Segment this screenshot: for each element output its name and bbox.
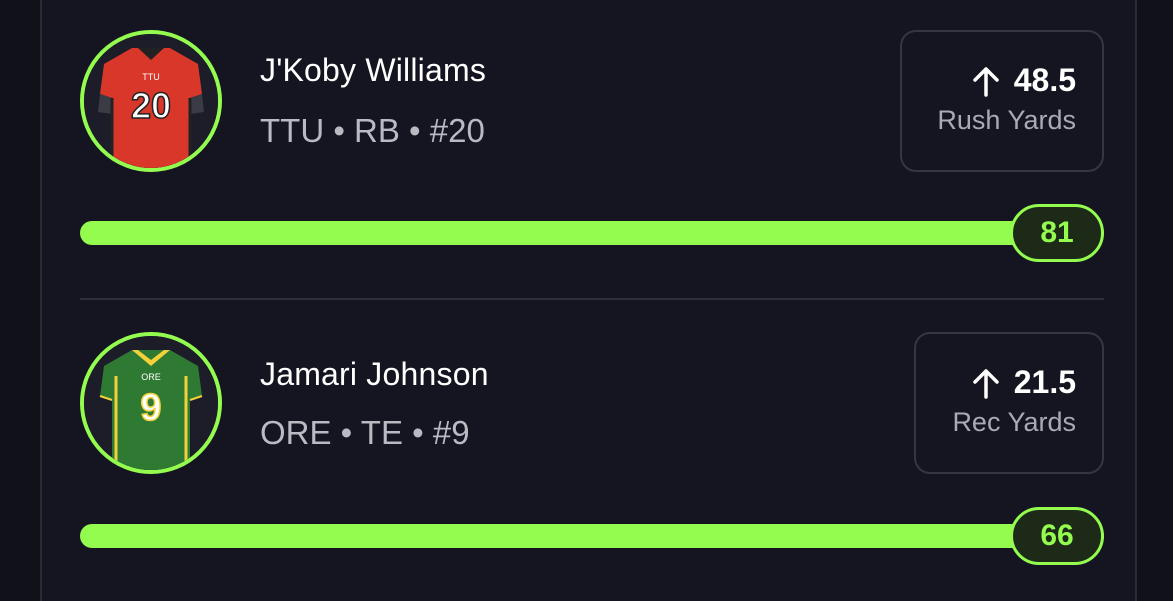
- jersey-icon: ORE 9: [84, 336, 218, 470]
- player-name: Jamari Johnson: [260, 356, 489, 392]
- progress-value-badge: 66: [1010, 507, 1104, 565]
- player-team-position: ORE • TE • #9: [260, 414, 470, 451]
- player-props-card: TTU 20 J'Koby Williams TTU • RB • #20 48…: [40, 0, 1137, 601]
- jersey-icon: TTU 20: [84, 34, 218, 168]
- stat-box[interactable]: 48.5 Rush Yards: [900, 30, 1104, 172]
- player-name: J'Koby Williams: [260, 52, 487, 88]
- progress-value-badge: 81: [1010, 204, 1104, 262]
- progress-bar-fill: [80, 221, 1104, 245]
- svg-text:ORE: ORE: [141, 372, 161, 382]
- svg-text:9: 9: [140, 387, 161, 429]
- svg-text:TTU: TTU: [142, 72, 160, 82]
- player-row[interactable]: TTU 20 J'Koby Williams TTU • RB • #20 48…: [80, 0, 1104, 298]
- arrow-up-icon: [972, 66, 999, 97]
- stat-line-value: 48.5: [1013, 62, 1076, 98]
- player-avatar: ORE 9: [80, 332, 222, 474]
- stat-box[interactable]: 21.5 Rec Yards: [914, 332, 1104, 474]
- stat-category-label: Rec Yards: [952, 407, 1076, 437]
- player-team-position: TTU • RB • #20: [260, 112, 485, 149]
- stat-line-value: 21.5: [1013, 364, 1076, 400]
- progress-bar: [80, 221, 1104, 245]
- player-avatar: TTU 20: [80, 30, 222, 172]
- progress-bar-fill: [80, 524, 1104, 548]
- player-row[interactable]: ORE 9 Jamari Johnson ORE • TE • #9 21.5 …: [80, 300, 1104, 601]
- stat-category-label: Rush Yards: [937, 105, 1076, 135]
- page: TTU 20 J'Koby Williams TTU • RB • #20 48…: [0, 0, 1173, 601]
- progress-bar: [80, 524, 1104, 548]
- arrow-up-icon: [972, 368, 999, 399]
- svg-text:20: 20: [131, 85, 171, 126]
